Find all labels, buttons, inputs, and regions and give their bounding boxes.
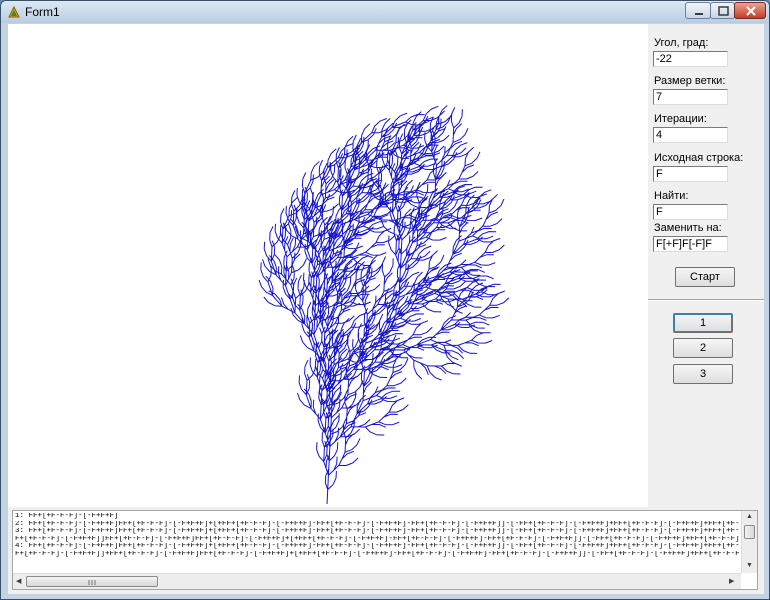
preset-button-1[interactable]: 1 [673,313,733,333]
panel-divider [648,299,764,301]
fractal-tree [258,105,510,505]
scroll-up-icon[interactable]: ▲ [746,513,753,520]
angle-field[interactable]: -22 [653,51,728,67]
scroll-left-icon[interactable]: ◀ [16,577,21,585]
replace-field[interactable]: F[+F]F[-F]F [653,236,728,252]
memo-line: F+[+F-F-F]-[-F+F+F]]+FF+[+F-F-F]-[-F+F+F… [15,550,739,558]
angle-label: Угол, град: [654,37,709,49]
scroll-down-icon[interactable]: ▼ [746,562,753,569]
scroll-right-icon[interactable]: ▶ [729,577,734,585]
grip-icon [88,580,96,585]
close-icon [746,6,756,16]
start-button[interactable]: Старт [675,267,735,287]
memo-line: F+[+F-F-F]-[-F+F+F]]FF+[+F-F-F]-[-F+F+F]… [15,535,739,543]
client-area: Угол, град: -22 Размер ветки: 7 Итерации… [8,24,764,594]
iterations-label: Итерации: [654,113,707,125]
horizontal-scrollbar[interactable]: ◀ ▶ [13,573,741,589]
horizontal-scroll-thumb[interactable] [26,576,158,587]
vertical-scroll-thumb[interactable] [744,525,755,539]
memo-text: 1: FF+[+F-F-F]-[-F+F+F] 2: FF+[+F-F-F]-[… [15,513,739,571]
vertical-scrollbar[interactable]: ▲ ▼ [741,511,757,573]
memo-line: 2: FF+[+F-F-F]-[-F+F+F]FF+[+F-F-F]-[-F+F… [15,520,739,528]
replace-label: Заменить на: [654,222,722,234]
close-button[interactable] [734,2,766,19]
memo-line: 3: FF+[+F-F-F]-[-F+F+F]FF+[+F-F-F]-[-F+F… [15,528,739,536]
maximize-button[interactable] [710,2,735,19]
drawing-canvas [8,24,648,507]
title-bar[interactable]: Form1 [1,1,769,23]
find-field[interactable]: F [653,204,728,220]
tree-branches [258,105,510,505]
window-title: Form1 [25,5,60,19]
preset-button-2[interactable]: 2 [673,338,733,358]
iterations-field[interactable]: 4 [653,127,728,143]
find-label: Найти: [654,190,689,202]
branch-size-field[interactable]: 7 [653,89,728,105]
settings-panel: Угол, град: -22 Размер ветки: 7 Итерации… [648,24,764,507]
app-window: Form1 Угол, град: -22 Размер ветки: 7 Ит… [0,0,770,600]
branch-size-label: Размер ветки: [654,75,726,87]
preset-button-3[interactable]: 3 [673,364,733,384]
maximize-icon [718,6,729,16]
axiom-field[interactable]: F [653,166,728,182]
minimize-icon [695,13,703,15]
memo-line: 4: FF+[+F-F-F]-[-F+F+F]FF+[+F-F-F]-[-F+F… [15,543,739,551]
minimize-button[interactable] [685,2,711,19]
axiom-label: Исходная строка: [654,152,744,164]
app-icon[interactable] [7,5,21,19]
memo-line: 1: FF+[+F-F-F]-[-F+F+F] [15,513,119,520]
output-memo[interactable]: 1: FF+[+F-F-F]-[-F+F+F] 2: FF+[+F-F-F]-[… [12,510,758,590]
